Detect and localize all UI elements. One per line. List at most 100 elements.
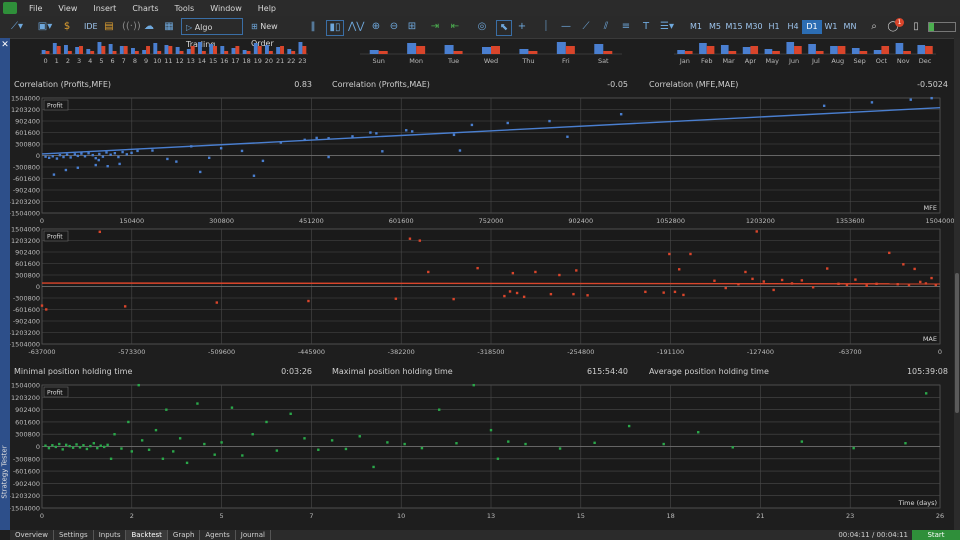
bag-icon[interactable]: ▤ <box>102 20 116 34</box>
tf-m30[interactable]: M30 <box>744 20 764 34</box>
tab-inputs[interactable]: Inputs <box>94 530 127 540</box>
data-point <box>279 141 283 144</box>
tab-agents[interactable]: Agents <box>200 530 236 540</box>
data-point <box>76 154 80 158</box>
data-point <box>330 439 334 442</box>
day-label: Sun <box>373 57 385 65</box>
month-buy-bar <box>786 42 795 54</box>
text-icon[interactable]: T <box>640 20 652 34</box>
x-tick-label: 15 <box>577 512 585 520</box>
y-tick-label: -300800 <box>13 295 40 303</box>
data-point <box>822 104 826 107</box>
ide-button[interactable]: IDE <box>80 18 102 35</box>
menu-tools[interactable]: Tools <box>166 4 202 13</box>
new-order-button[interactable]: ⊞ New Order <box>247 18 301 48</box>
chart-type-icon[interactable]: ⟋▾ <box>6 20 28 34</box>
autoscroll-icon[interactable]: ⇥ <box>428 20 442 34</box>
data-point <box>924 282 928 285</box>
templates-icon[interactable]: ▣▾ <box>34 20 56 34</box>
zoom-in-icon[interactable]: ⊕ <box>370 20 382 34</box>
data-point <box>240 149 244 153</box>
tab-graph[interactable]: Graph <box>168 530 201 540</box>
channel-icon[interactable]: ⫽ <box>600 20 612 34</box>
start-button[interactable]: Start <box>912 530 960 540</box>
tf-h4[interactable]: H4 <box>783 20 803 34</box>
tf-m5[interactable]: M5 <box>705 20 725 34</box>
tf-mn[interactable]: MN <box>840 20 860 34</box>
menu-charts[interactable]: Charts <box>124 4 166 13</box>
month-buy-bar <box>699 43 707 54</box>
data-point <box>418 239 422 242</box>
grid-icon[interactable]: ⊞ <box>406 20 418 34</box>
line-chart-icon[interactable]: ⋀⋁ <box>348 20 364 34</box>
close-icon[interactable]: ✕ <box>0 40 10 50</box>
dollar-icon[interactable]: $ <box>60 20 74 34</box>
y-tick-label: 1504000 <box>11 95 40 103</box>
hour-label: 18 <box>242 57 250 65</box>
tf-m1[interactable]: M1 <box>686 20 706 34</box>
bar-chart-icon[interactable]: ‖ <box>306 20 320 34</box>
chart-shift-icon[interactable]: ⇤ <box>448 20 462 34</box>
fibonacci-icon[interactable]: ≡ <box>620 20 632 34</box>
data-point <box>109 457 113 460</box>
shapes-icon[interactable]: ☰▾ <box>658 20 676 34</box>
hour-sell-bar <box>79 46 83 54</box>
algo-trading-button[interactable]: ▷ Algo Trading <box>181 18 243 49</box>
y-tick-label: -902400 <box>13 480 40 488</box>
trendline-icon[interactable]: ⟋ <box>580 20 592 34</box>
hour-sell-bar <box>112 51 117 54</box>
y-tick-label: -1203200 <box>10 198 40 206</box>
menu-file[interactable]: File <box>21 4 50 13</box>
screenshot-icon[interactable]: ◎ <box>476 20 488 34</box>
tf-w1[interactable]: W1 <box>821 20 841 34</box>
data-point <box>772 288 775 292</box>
data-point <box>64 443 68 447</box>
tf-d1[interactable]: D1 <box>802 20 822 34</box>
y-tick-label: 300800 <box>15 431 40 439</box>
tab-overview[interactable]: Overview <box>10 530 54 540</box>
data-point <box>47 156 51 159</box>
hour-buy-bar <box>75 47 80 54</box>
day-buy-bar <box>407 43 417 54</box>
crosshair-icon[interactable]: + <box>516 20 528 34</box>
candles-icon[interactable]: ▮▯ <box>326 20 344 36</box>
data-point <box>470 123 474 127</box>
y-tick-label: 1203200 <box>11 394 40 402</box>
data-point <box>98 152 101 156</box>
month-label: Mar <box>722 57 735 65</box>
data-point <box>800 279 804 282</box>
scrollbar-thumb[interactable] <box>955 273 959 413</box>
tf-m15[interactable]: M15 <box>724 20 744 34</box>
vertical-line-icon[interactable]: ⏐ <box>540 20 552 34</box>
signal-strength-bar <box>928 22 956 32</box>
tab-settings[interactable]: Settings <box>54 530 94 540</box>
month-sell-bar <box>684 51 693 54</box>
account-icon[interactable]: ▯ <box>910 20 922 34</box>
data-point <box>161 457 165 460</box>
data-point <box>97 158 100 162</box>
data-point <box>137 383 140 387</box>
vps-icon[interactable]: ▦ <box>162 20 176 34</box>
data-point <box>51 155 54 158</box>
data-point <box>307 299 310 303</box>
data-point <box>930 276 933 280</box>
signal-icon[interactable]: ((·)) <box>122 20 141 34</box>
hour-label: 3 <box>77 57 81 65</box>
menu-window[interactable]: Window <box>202 4 250 13</box>
search-icon[interactable]: ⌕ <box>868 20 880 34</box>
hour-sell-bar <box>190 46 195 54</box>
cursor-icon[interactable]: ⬉ <box>496 20 512 36</box>
vertical-scrollbar[interactable] <box>954 38 960 530</box>
menu-view[interactable]: View <box>50 4 85 13</box>
hour-sell-bar <box>90 51 95 54</box>
tab-journal[interactable]: Journal <box>236 530 271 540</box>
horizontal-line-icon[interactable]: — <box>560 20 572 34</box>
zoom-out-icon[interactable]: ⊖ <box>388 20 400 34</box>
x-tick-label: 300800 <box>209 217 234 225</box>
tab-backtest[interactable]: Backtest <box>126 530 168 540</box>
tf-h1[interactable]: H1 <box>764 20 784 34</box>
menu-help[interactable]: Help <box>250 4 284 13</box>
menu-insert[interactable]: Insert <box>85 4 124 13</box>
cloud-icon[interactable]: ☁ <box>142 20 156 34</box>
data-point <box>118 162 121 166</box>
